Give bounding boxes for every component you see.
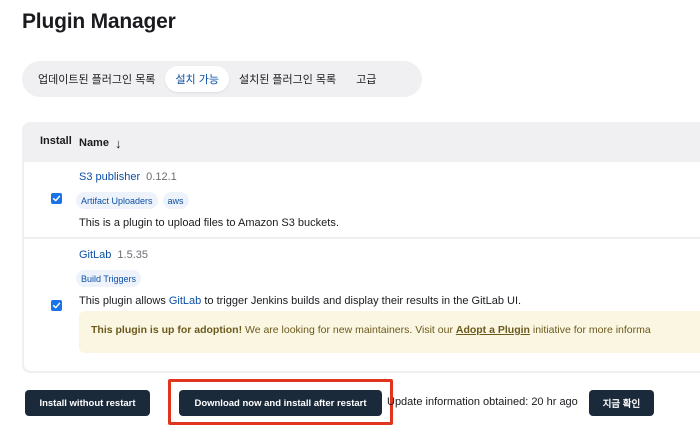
plugin-version: 0.12.1 bbox=[146, 171, 177, 183]
plugin-name-link[interactable]: GitLab bbox=[79, 249, 111, 261]
checkmark-icon bbox=[52, 195, 61, 202]
page-content: Plugin Manager 업데이트된 플러그인 목록 설치 가능 설치된 플… bbox=[0, 0, 700, 437]
plugin-tags: Artifact Uploaders aws bbox=[76, 192, 189, 209]
arrow-down-icon: ↓ bbox=[114, 136, 122, 151]
page-title: Plugin Manager bbox=[22, 10, 176, 33]
description-link[interactable]: GitLab bbox=[169, 295, 201, 307]
plugin-title: GitLab 1.5.35 bbox=[79, 249, 148, 261]
install-checkbox[interactable] bbox=[51, 300, 62, 311]
check-now-button[interactable]: 지금 확인 bbox=[589, 390, 654, 416]
tag-badge[interactable]: Build Triggers bbox=[76, 270, 142, 287]
tab-bar: 업데이트된 플러그인 목록 설치 가능 설치된 플러그인 목록 고급 bbox=[22, 61, 422, 97]
install-checkbox[interactable] bbox=[51, 193, 62, 204]
adoption-text: We are looking for new maintainers. Visi… bbox=[242, 324, 456, 336]
adopt-a-plugin-link[interactable]: Adopt a Plugin bbox=[456, 324, 530, 336]
table-row: S3 publisher 0.12.1 Artifact Uploaders a… bbox=[24, 162, 700, 238]
action-bar: Install without restart Download now and… bbox=[0, 378, 700, 428]
column-header-name[interactable]: Name ↓ bbox=[79, 135, 122, 151]
adoption-text-suffix: initiative for more informa bbox=[529, 324, 651, 336]
description-text: to trigger Jenkins builds and display th… bbox=[201, 295, 522, 307]
column-header-name-label: Name bbox=[79, 136, 109, 149]
adoption-notice: This plugin is up for adoption! We are l… bbox=[79, 311, 700, 353]
plugin-description: This plugin allows GitLab to trigger Jen… bbox=[79, 295, 521, 307]
plugin-table: Install Name ↓ S3 publisher 0.12.1 Artif… bbox=[22, 122, 700, 373]
tag-badge[interactable]: Artifact Uploaders bbox=[76, 192, 158, 209]
adoption-heading: This plugin is up for adoption! bbox=[91, 324, 243, 336]
download-install-after-restart-button[interactable]: Download now and install after restart bbox=[179, 390, 382, 416]
plugin-title: S3 publisher 0.12.1 bbox=[79, 171, 177, 183]
tag-badge[interactable]: aws bbox=[162, 192, 189, 209]
tab-installed[interactable]: 설치된 플러그인 목록 bbox=[229, 66, 346, 92]
plugin-description: This is a plugin to upload files to Amaz… bbox=[79, 217, 339, 229]
description-text: This plugin allows bbox=[79, 295, 169, 307]
plugin-name-link[interactable]: S3 publisher bbox=[79, 171, 140, 183]
update-info-text: Update information obtained: 20 hr ago bbox=[387, 396, 578, 408]
tab-updates[interactable]: 업데이트된 플러그인 목록 bbox=[28, 66, 165, 92]
plugin-tags: Build Triggers bbox=[76, 270, 142, 287]
checkmark-icon bbox=[52, 302, 61, 309]
install-without-restart-button[interactable]: Install without restart bbox=[25, 390, 150, 416]
table-row: GitLab 1.5.35 Build Triggers This plugin… bbox=[24, 239, 700, 371]
column-header-install: Install bbox=[40, 135, 72, 147]
tab-available[interactable]: 설치 가능 bbox=[165, 66, 229, 92]
tab-advanced[interactable]: 고급 bbox=[346, 66, 386, 92]
table-header: Install Name ↓ bbox=[22, 122, 700, 160]
plugin-version: 1.5.35 bbox=[117, 249, 149, 261]
plugin-manager-page: Plugin Manager 업데이트된 플러그인 목록 설치 가능 설치된 플… bbox=[0, 0, 700, 437]
